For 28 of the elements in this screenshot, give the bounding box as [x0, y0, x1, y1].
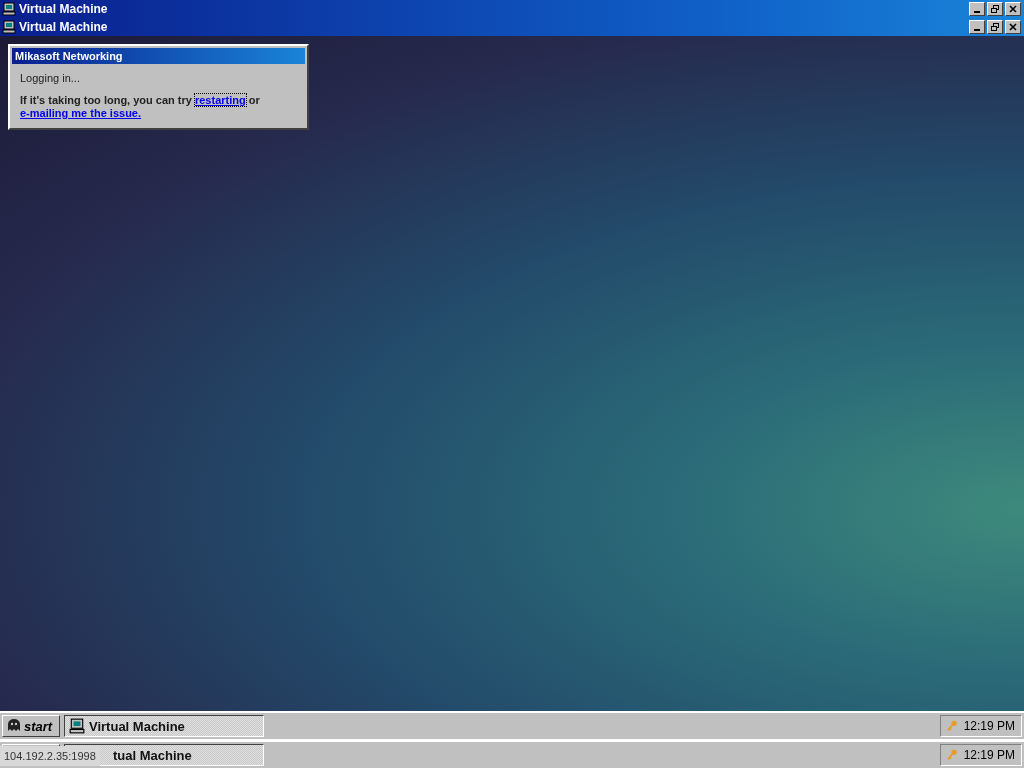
minimize-button[interactable] [969, 2, 985, 16]
computer-icon [69, 718, 85, 734]
status-text: Logging in... [20, 72, 81, 84]
dialog-title: Mikasoft Networking [12, 48, 305, 64]
key-icon [947, 748, 958, 762]
restore-button[interactable] [987, 2, 1003, 16]
ghost-icon [6, 719, 22, 733]
restart-link[interactable]: restarting [194, 94, 246, 106]
email-link[interactable]: e-mailing me the issue. [20, 107, 142, 119]
window-title: Virtual Machine [19, 20, 109, 34]
computer-icon [2, 20, 16, 34]
window-title: Virtual Machine [19, 2, 109, 16]
close-button[interactable] [1005, 2, 1021, 16]
close-icon [1009, 23, 1017, 31]
start-button[interactable]: start [2, 715, 60, 737]
computer-icon [2, 2, 16, 16]
close-button[interactable] [1005, 20, 1021, 34]
message-text: If it's taking too long, you can try restarting or e-mailing me the issue. [20, 94, 261, 120]
clock: 12:19 PM [963, 748, 1015, 762]
clock: 12:19 PM [963, 719, 1015, 733]
close-icon [1009, 5, 1017, 13]
tooltip: 104.192.2.35:1998 [0, 746, 100, 766]
key-icon [947, 719, 958, 733]
restore-icon [991, 23, 999, 31]
minimize-button[interactable] [969, 20, 985, 34]
taskbar-button[interactable]: Virtual Machine [64, 715, 264, 737]
restore-icon [991, 5, 999, 13]
restore-button[interactable] [987, 20, 1003, 34]
